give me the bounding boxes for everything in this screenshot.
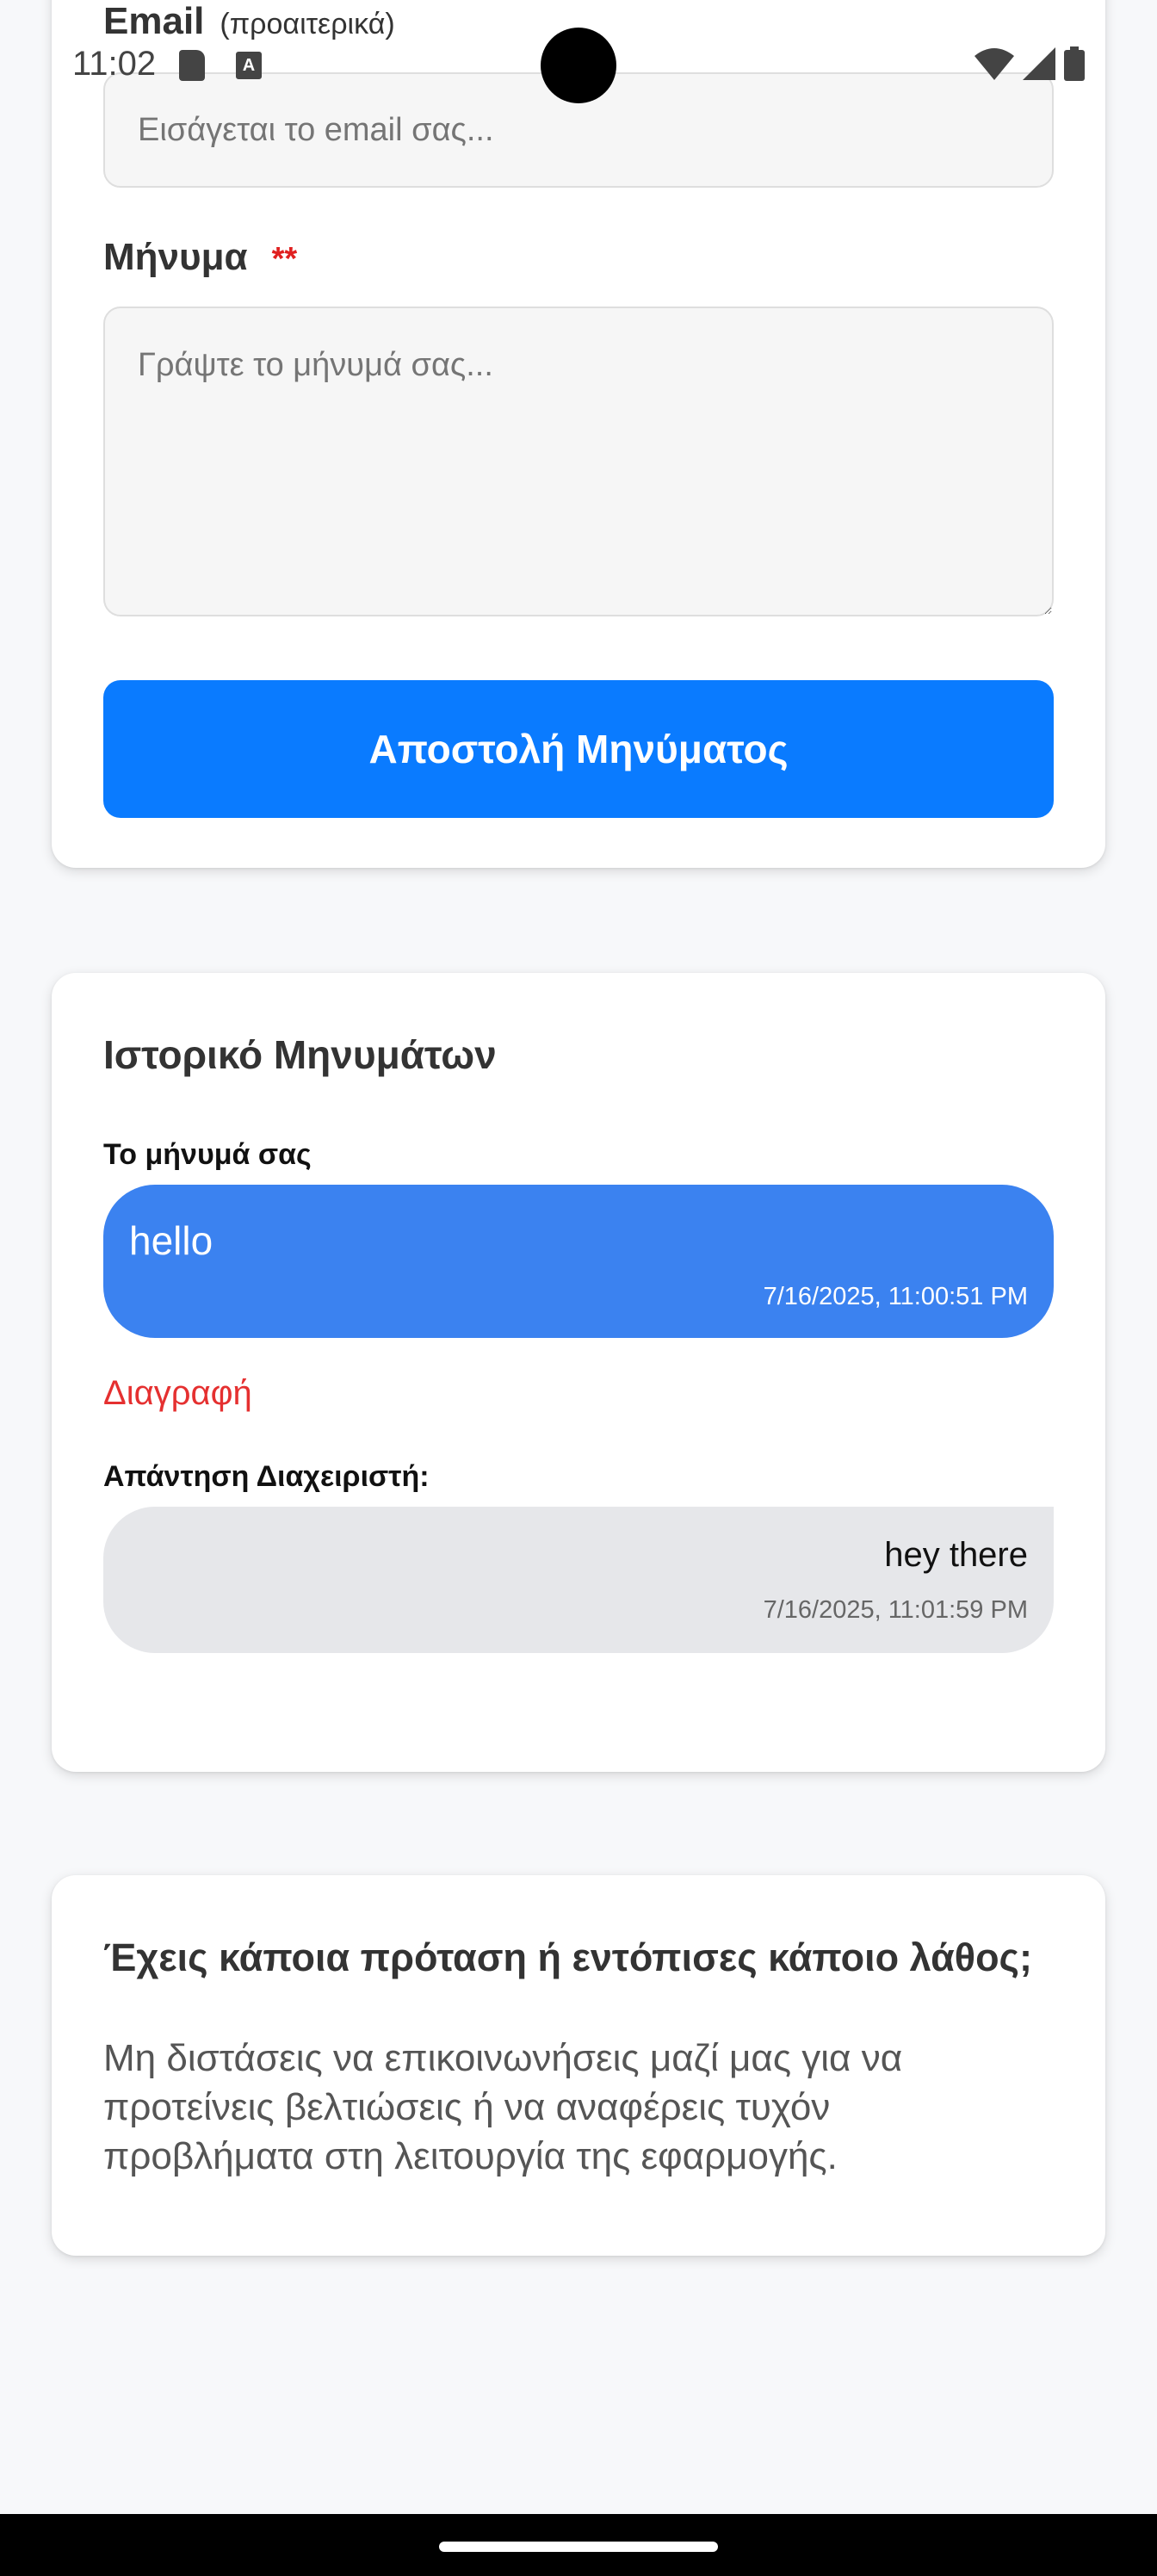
send-message-button[interactable]: Αποστολή Μηνύματος bbox=[103, 680, 1054, 818]
contact-page: Email (προαιτερικά) Μήνυμα ** Αποστολή Μην… bbox=[0, 0, 1157, 2576]
message-history-card: Ιστορικό Μηνυμάτων Το μήνυμά σας hello 7… bbox=[52, 973, 1105, 1772]
feedback-info-card: Έχεις κάποια πρόταση ή εντόπισες κάποιο … bbox=[52, 1875, 1105, 2256]
email-input[interactable] bbox=[103, 72, 1054, 188]
message-label: Μήνυμα bbox=[103, 236, 248, 278]
user-message-text: hello bbox=[129, 1218, 213, 1263]
email-label: Email bbox=[103, 0, 205, 42]
message-label-row: Μήνυμα ** bbox=[103, 236, 297, 279]
admin-reply-timestamp: 7/16/2025, 11:01:59 PM bbox=[763, 1596, 1028, 1624]
admin-reply-text: hey there bbox=[884, 1536, 1028, 1574]
user-message-timestamp: 7/16/2025, 11:00:51 PM bbox=[763, 1283, 1028, 1310]
delete-message-button[interactable]: Διαγραφή bbox=[103, 1374, 252, 1413]
required-mark: ** bbox=[271, 241, 298, 277]
feedback-title: Έχεις κάποια πρόταση ή εντόπισες κάποιο … bbox=[103, 1935, 1032, 1979]
user-message-label: Το μήνυμά σας bbox=[103, 1138, 312, 1171]
admin-reply-label: Απάντηση Διαχειριστή: bbox=[103, 1460, 430, 1493]
admin-reply-bubble: hey there 7/16/2025, 11:01:59 PM bbox=[103, 1507, 1054, 1653]
home-gesture-handle[interactable] bbox=[439, 2542, 718, 2552]
contact-form-card: Email (προαιτερικά) Μήνυμα ** Αποστολή Μην… bbox=[52, 0, 1105, 868]
history-title: Ιστορικό Μηνυμάτων bbox=[103, 1032, 497, 1077]
email-optional-hint: (προαιτερικά) bbox=[220, 8, 395, 40]
email-label-row: Email (προαιτερικά) bbox=[103, 0, 395, 43]
user-message-bubble: hello 7/16/2025, 11:00:51 PM bbox=[103, 1185, 1054, 1338]
message-input[interactable] bbox=[103, 307, 1054, 616]
feedback-description: Μη διστάσεις να επικοινωνήσεις μαζί μας … bbox=[103, 2037, 903, 2177]
